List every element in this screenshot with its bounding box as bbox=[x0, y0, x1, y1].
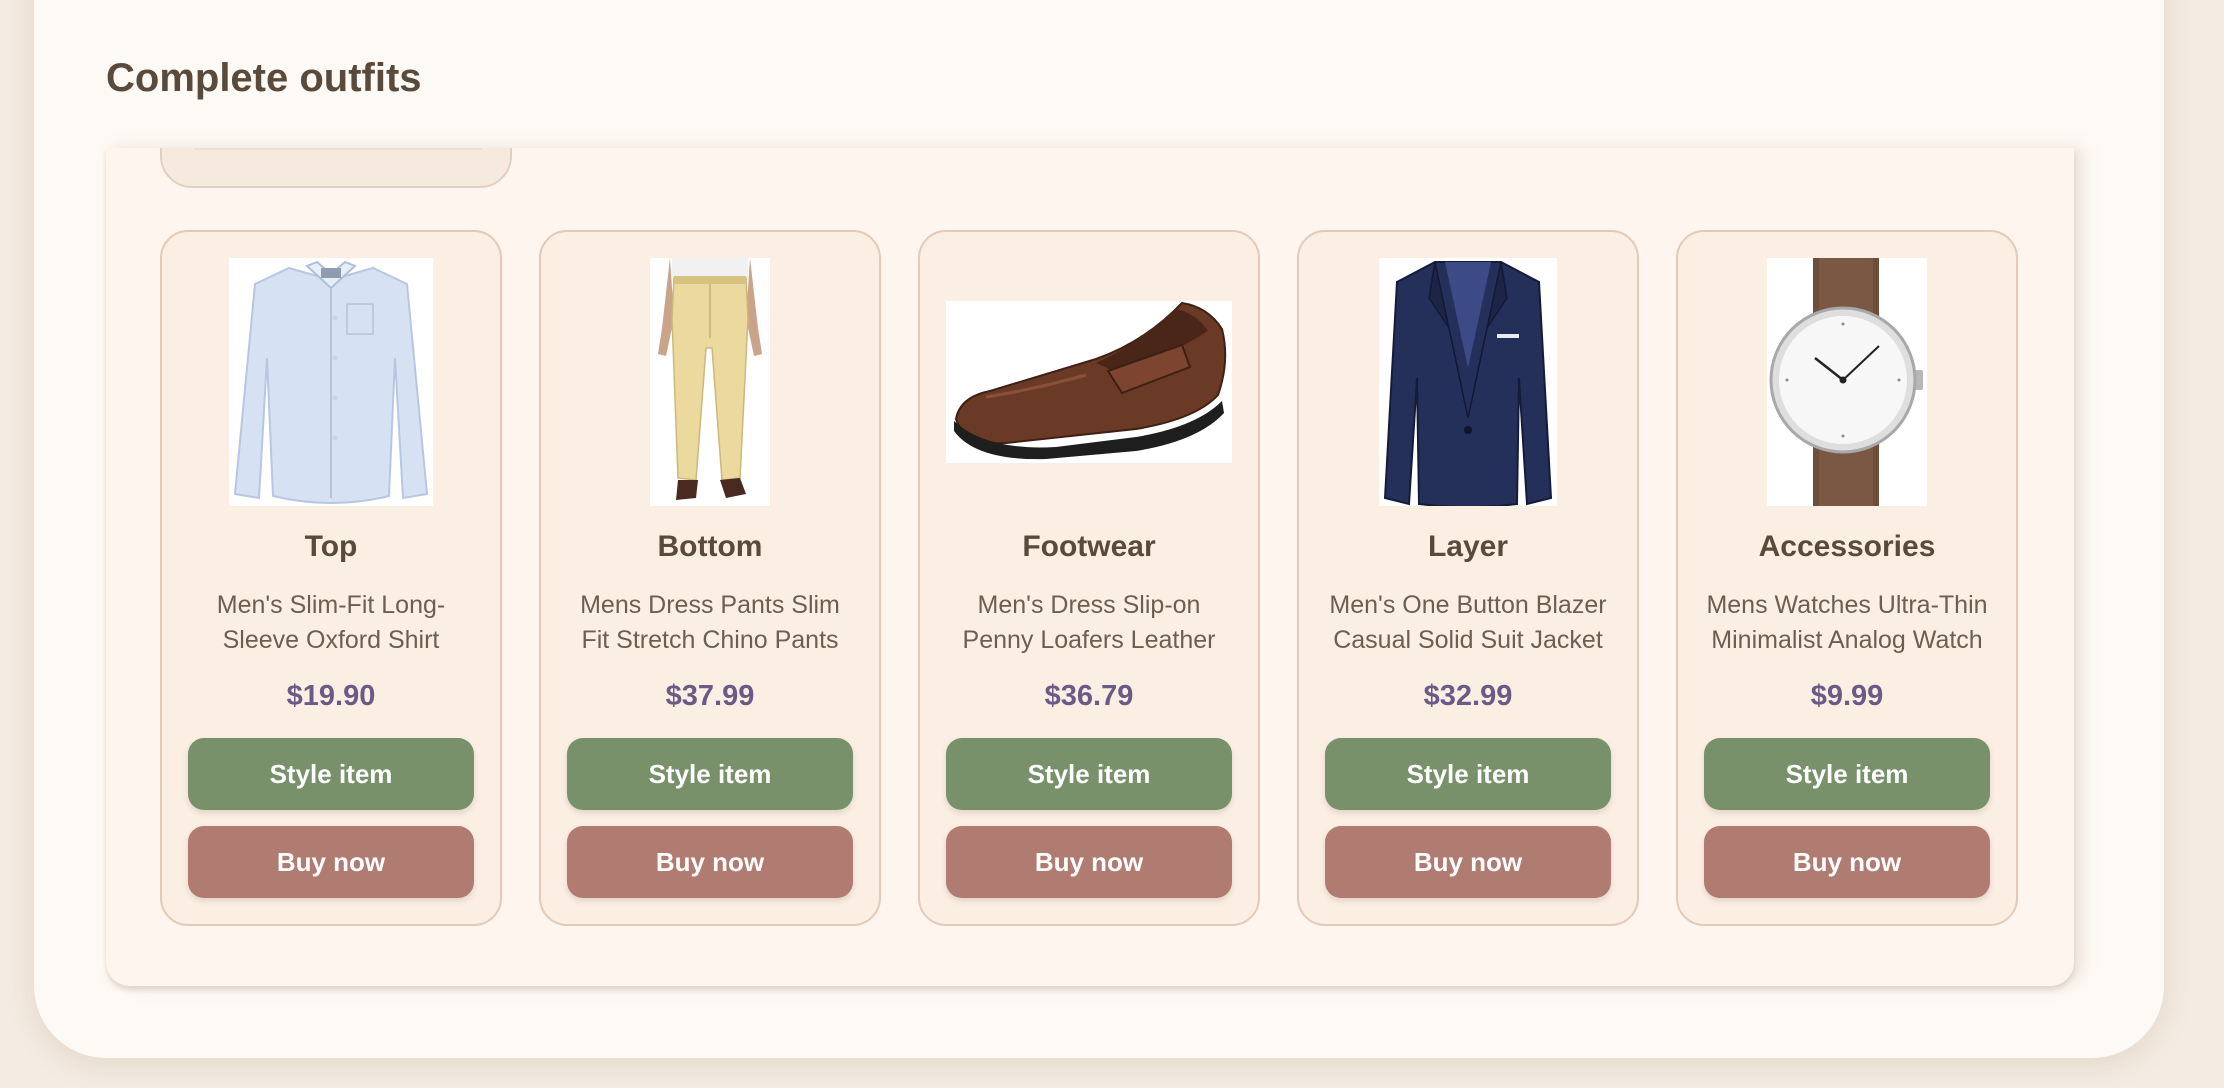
item-category: Footwear bbox=[1022, 530, 1156, 563]
product-image-container bbox=[920, 258, 1258, 506]
previous-outfit-divider bbox=[194, 148, 482, 150]
item-price: $37.99 bbox=[665, 680, 755, 712]
item-category: Top bbox=[304, 530, 358, 563]
item-price: $32.99 bbox=[1423, 680, 1513, 712]
item-name: Men's Dress Slip-on Penny Loafers Leathe… bbox=[962, 591, 1216, 654]
item-price: $19.90 bbox=[286, 680, 376, 712]
blazer-image[interactable] bbox=[1379, 258, 1557, 506]
buy-now-button[interactable]: Buy now bbox=[1325, 826, 1611, 898]
pants-image[interactable] bbox=[650, 258, 770, 506]
style-item-button[interactable]: Style item bbox=[946, 738, 1232, 810]
item-name: Mens Dress Pants Slim Fit Stretch Chino … bbox=[580, 591, 840, 654]
watch-image[interactable] bbox=[1767, 258, 1927, 506]
outfit-item-card-layer: Layer Men's One Button Blazer Casual Sol… bbox=[1297, 230, 1639, 926]
product-image-container bbox=[162, 258, 500, 506]
item-price: $9.99 bbox=[1810, 680, 1884, 712]
product-image-container bbox=[1678, 258, 2016, 506]
outfit-items-row: Top Men's Slim-Fit Long-Sleeve Oxford Sh… bbox=[160, 230, 2018, 926]
outfit-item-card-top: Top Men's Slim-Fit Long-Sleeve Oxford Sh… bbox=[160, 230, 502, 926]
style-item-button[interactable]: Style item bbox=[1704, 738, 1990, 810]
item-category: Layer bbox=[1427, 530, 1509, 563]
buy-now-button[interactable]: Buy now bbox=[946, 826, 1232, 898]
section-title: Complete outfits bbox=[106, 56, 422, 100]
buy-now-button[interactable]: Buy now bbox=[1704, 826, 1990, 898]
shirt-image[interactable] bbox=[229, 258, 433, 506]
outfit-item-card-bottom: Bottom Mens Dress Pants Slim Fit Stretch… bbox=[539, 230, 881, 926]
item-category: Accessories bbox=[1758, 530, 1936, 563]
item-name: Mens Watches Ultra-Thin Minimalist Analo… bbox=[1706, 591, 1988, 654]
product-image-container bbox=[541, 258, 879, 506]
style-item-button[interactable]: Style item bbox=[567, 738, 853, 810]
loafer-image[interactable] bbox=[946, 301, 1232, 463]
item-name: Men's One Button Blazer Casual Solid Sui… bbox=[1329, 591, 1607, 654]
outfit-board: Top Men's Slim-Fit Long-Sleeve Oxford Sh… bbox=[106, 148, 2074, 986]
buy-now-button[interactable]: Buy now bbox=[567, 826, 853, 898]
outfit-item-card-footwear: Footwear Men's Dress Slip-on Penny Loafe… bbox=[918, 230, 1260, 926]
outfit-item-card-accessories: Accessories Mens Watches Ultra-Thin Mini… bbox=[1676, 230, 2018, 926]
style-item-button[interactable]: Style item bbox=[1325, 738, 1611, 810]
item-name: Men's Slim-Fit Long-Sleeve Oxford Shirt bbox=[216, 591, 446, 654]
buy-now-button[interactable]: Buy now bbox=[188, 826, 474, 898]
style-item-button[interactable]: Style item bbox=[188, 738, 474, 810]
item-category: Bottom bbox=[657, 530, 763, 563]
previous-outfit-card[interactable] bbox=[160, 148, 512, 188]
product-image-container bbox=[1299, 258, 1637, 506]
item-price: $36.79 bbox=[1044, 680, 1134, 712]
